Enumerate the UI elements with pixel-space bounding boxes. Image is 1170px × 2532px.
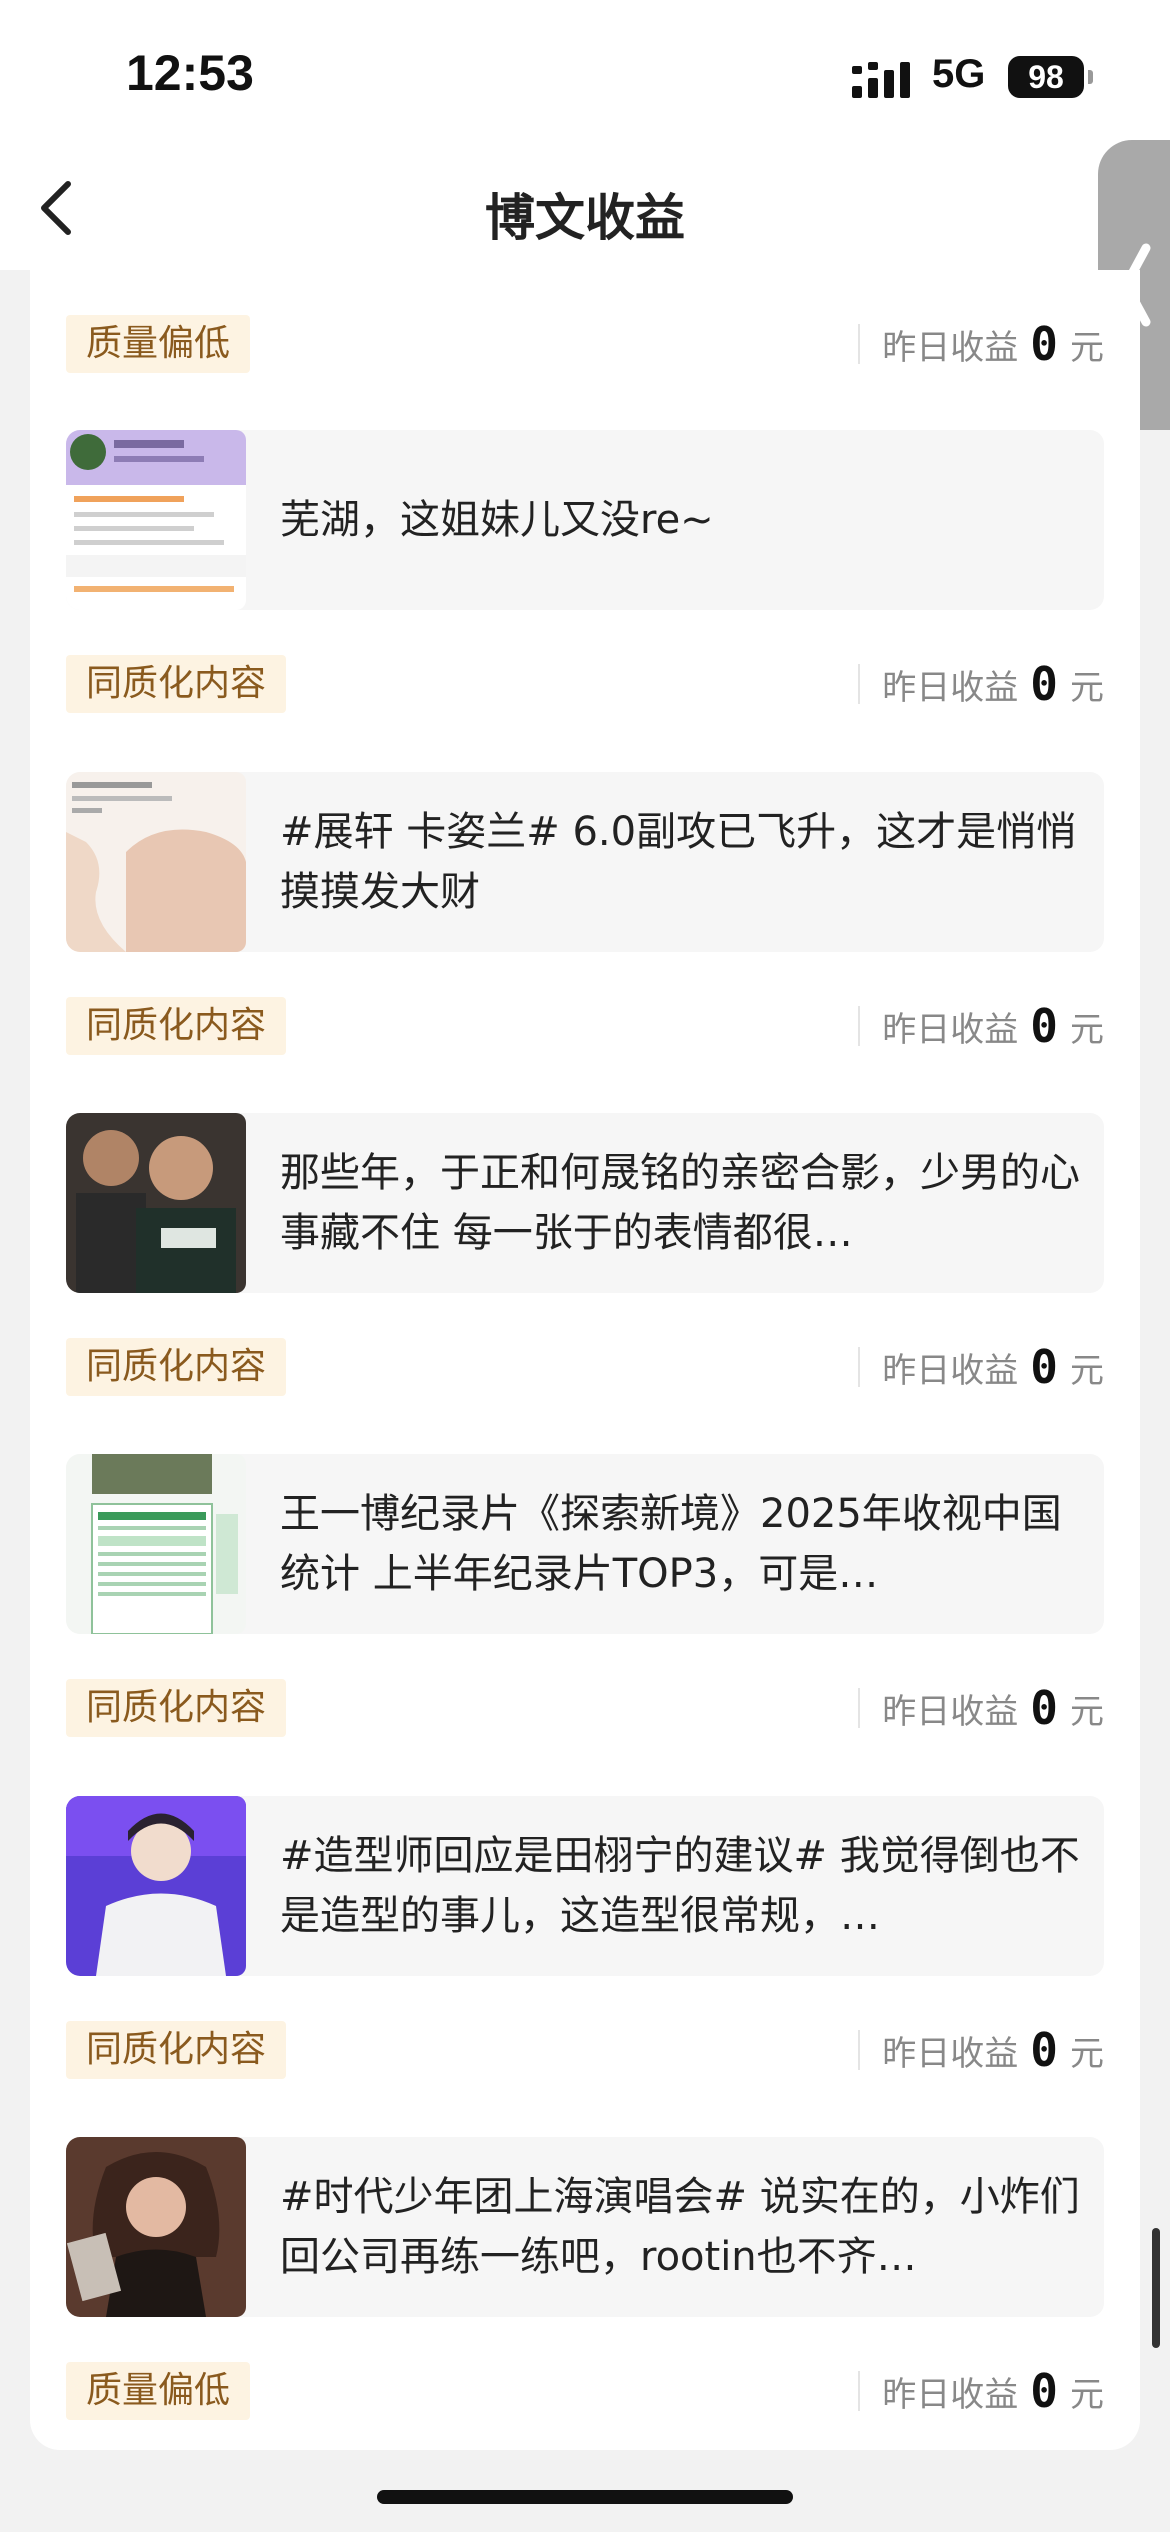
post-card[interactable]: #造型师回应是田栩宁的建议# 我觉得倒也不是造型的事儿，这造型很常规，… [66,1796,1104,1976]
post-title: 芜湖，这姐妹儿又没re~ [280,497,714,543]
battery-icon: 98 [1008,56,1084,98]
yesterday-earnings: 昨日收益 0 元 [858,655,1104,713]
quality-tag: 同质化内容 [66,2021,287,2079]
earnings-label: 昨日收益 [882,667,1019,708]
yesterday-earnings: 昨日收益 0 元 [858,2021,1104,2079]
page-title: 博文收益 [485,189,685,247]
earnings-unit: 元 [1070,327,1104,368]
post-thumbnail [66,430,246,610]
post-card[interactable]: #展轩 卡姿兰# 6.0副攻已飞升，这才是悄悄摸摸发大财 [66,772,1104,952]
post-thumbnail [66,1454,246,1634]
post-thumbnail [66,1113,246,1293]
divider [858,2030,861,2070]
page: 12:53 5G 98 博文收益 质量偏低 昨日收益 0 元 芜湖，这姐妹儿又没… [0,0,1170,2532]
post-thumbnail [66,772,246,952]
network-type: 5G [932,52,986,96]
earnings-value: 0 [1030,657,1058,711]
quality-tag: 质量偏低 [66,315,251,373]
signal-icon [852,62,910,98]
earnings-value: 0 [1030,2364,1058,2418]
earnings-label: 昨日收益 [882,1691,1019,1732]
yesterday-earnings: 昨日收益 0 元 [858,2362,1104,2420]
yesterday-earnings: 昨日收益 0 元 [858,1338,1104,1396]
post-title: 那些年，于正和何晟铭的亲密合影，少男的心事藏不住 每一张于的表情都很… [280,1150,1080,1256]
post-thumbnail [66,1796,246,1976]
divider [858,324,861,364]
quality-tag: 同质化内容 [66,1338,287,1396]
quality-tag: 同质化内容 [66,655,287,713]
earnings-value: 0 [1030,999,1058,1053]
post-earnings-list: 质量偏低 昨日收益 0 元 芜湖，这姐妹儿又没re~ 同质化内容 昨日收益 0 … [30,270,1140,2450]
post-card[interactable]: 王一博纪录片《探索新境》2025年收视中国统计 上半年纪录片TOP3，可是… [66,1454,1104,1634]
earnings-unit: 元 [1070,1350,1104,1391]
earnings-label: 昨日收益 [882,1009,1019,1050]
divider [858,664,861,704]
divider [858,2371,861,2411]
earnings-unit: 元 [1070,667,1104,708]
post-title: #展轩 卡姿兰# 6.0副攻已飞升，这才是悄悄摸摸发大财 [280,809,1077,915]
divider [858,1347,861,1387]
post-card[interactable]: 那些年，于正和何晟铭的亲密合影，少男的心事藏不住 每一张于的表情都很… [66,1113,1104,1293]
post-card[interactable]: 芜湖，这姐妹儿又没re~ [66,430,1104,610]
earnings-label: 昨日收益 [882,1350,1019,1391]
scrollbar[interactable] [1152,2228,1160,2348]
earnings-unit: 元 [1070,2033,1104,2074]
post-title: #造型师回应是田栩宁的建议# 我觉得倒也不是造型的事儿，这造型很常规，… [280,1833,1080,1939]
status-time: 12:53 [126,45,254,101]
divider [858,1006,861,1046]
quality-tag: 同质化内容 [66,997,287,1055]
earnings-label: 昨日收益 [882,2374,1019,2415]
earnings-label: 昨日收益 [882,2033,1019,2074]
earnings-value: 0 [1030,1681,1058,1735]
earnings-unit: 元 [1070,2374,1104,2415]
earnings-unit: 元 [1070,1009,1104,1050]
nav-bar: 博文收益 [0,150,1170,270]
yesterday-earnings: 昨日收益 0 元 [858,315,1104,373]
earnings-unit: 元 [1070,1691,1104,1732]
post-card[interactable]: #时代少年团上海演唱会# 说实在的，小炸们回公司再练一练吧，rootin也不齐… [66,2137,1104,2317]
battery-tip [1088,70,1093,84]
earnings-value: 0 [1030,1340,1058,1394]
yesterday-earnings: 昨日收益 0 元 [858,1679,1104,1737]
quality-tag: 同质化内容 [66,1679,287,1737]
earnings-value: 0 [1030,317,1058,371]
post-thumbnail [66,2137,246,2317]
earnings-label: 昨日收益 [882,327,1019,368]
divider [858,1688,861,1728]
quality-tag: 质量偏低 [66,2362,251,2420]
yesterday-earnings: 昨日收益 0 元 [858,997,1104,1055]
earnings-value: 0 [1030,2023,1058,2077]
status-bar: 12:53 5G 98 [0,0,1170,150]
home-indicator[interactable] [377,2490,793,2504]
post-title: 王一博纪录片《探索新境》2025年收视中国统计 上半年纪录片TOP3，可是… [280,1491,1062,1597]
post-title: #时代少年团上海演唱会# 说实在的，小炸们回公司再练一练吧，rootin也不齐… [280,2174,1080,2280]
